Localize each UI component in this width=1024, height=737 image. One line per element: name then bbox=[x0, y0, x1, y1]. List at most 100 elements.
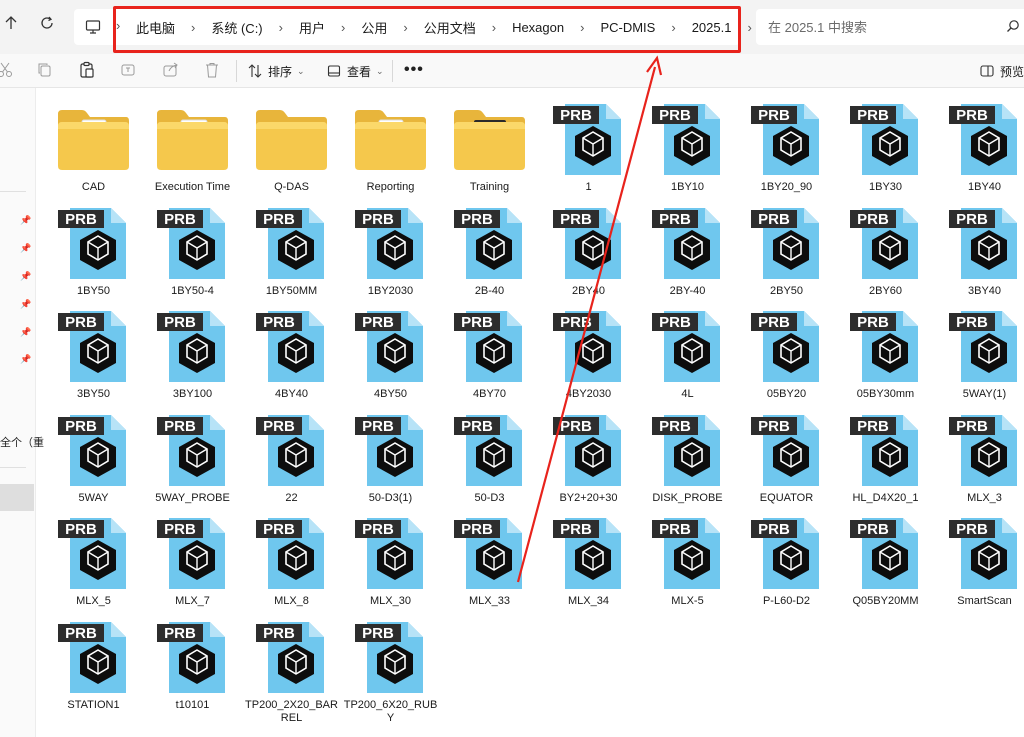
pin-icon[interactable]: 📌 bbox=[20, 327, 31, 337]
file-item[interactable]: PRB 3BY40 bbox=[935, 201, 1024, 305]
file-item[interactable]: PRB 1BY50 bbox=[44, 201, 143, 305]
chevron-right-icon[interactable]: › bbox=[570, 20, 594, 35]
file-item[interactable]: PRB MLX_5 bbox=[44, 511, 143, 615]
file-item[interactable]: PRB 3BY100 bbox=[143, 304, 242, 408]
file-item[interactable]: PRB BY2+20+30 bbox=[539, 408, 638, 512]
file-item[interactable]: PRB 2BY50 bbox=[737, 201, 836, 305]
file-item[interactable]: PRB 1BY2030 bbox=[341, 201, 440, 305]
paste-icon[interactable] bbox=[78, 61, 96, 79]
file-item[interactable]: PRB 1BY50MM bbox=[242, 201, 341, 305]
chevron-right-icon[interactable]: › bbox=[331, 20, 355, 35]
file-item[interactable]: PRB MLX_33 bbox=[440, 511, 539, 615]
file-item[interactable]: PRB SmartScan bbox=[935, 511, 1024, 615]
file-item[interactable]: PRB 4BY70 bbox=[440, 304, 539, 408]
file-item[interactable]: PRB 5WAY(1) bbox=[935, 304, 1024, 408]
breadcrumb-item[interactable]: PC-DMIS › bbox=[594, 20, 685, 35]
file-item[interactable]: PRB 2BY60 bbox=[836, 201, 935, 305]
file-item[interactable]: PRB MLX-5 bbox=[638, 511, 737, 615]
chevron-right-icon[interactable]: › bbox=[393, 20, 417, 35]
chevron-right-icon[interactable]: › bbox=[181, 20, 205, 35]
search-icon[interactable] bbox=[1006, 19, 1020, 33]
file-item[interactable]: PRB 4BY2030 bbox=[539, 304, 638, 408]
sort-button[interactable]: 排序 ⌄ bbox=[248, 61, 305, 81]
file-item[interactable]: PRB 4L bbox=[638, 304, 737, 408]
rename-icon[interactable] bbox=[120, 61, 138, 79]
file-item[interactable]: PRB MLX_30 bbox=[341, 511, 440, 615]
breadcrumb-item[interactable]: 2025.1 › bbox=[686, 20, 762, 35]
file-item[interactable]: PRB MLX_34 bbox=[539, 511, 638, 615]
pin-icon[interactable]: 📌 bbox=[20, 243, 31, 253]
file-item[interactable]: PRB 05BY20 bbox=[737, 304, 836, 408]
delete-icon[interactable] bbox=[203, 61, 221, 79]
folder-item[interactable]: CAD bbox=[44, 97, 143, 201]
svg-text:PRB: PRB bbox=[857, 211, 889, 228]
file-item[interactable]: PRB MLX_7 bbox=[143, 511, 242, 615]
file-item[interactable]: PRB STATION1 bbox=[44, 615, 143, 719]
breadcrumb-item[interactable]: 公用文档 › bbox=[418, 18, 506, 37]
file-item[interactable]: PRB EQUATOR bbox=[737, 408, 836, 512]
breadcrumb-item[interactable]: 公用 › bbox=[355, 18, 417, 37]
chevron-right-icon[interactable]: › bbox=[661, 20, 685, 35]
file-item[interactable]: PRB 4BY50 bbox=[341, 304, 440, 408]
file-item[interactable]: PRB HL_D4X20_1 bbox=[836, 408, 935, 512]
share-icon[interactable] bbox=[162, 61, 180, 79]
file-item[interactable]: PRB 1 bbox=[539, 97, 638, 201]
refresh-icon[interactable] bbox=[36, 14, 58, 38]
pin-icon[interactable]: 📌 bbox=[20, 354, 31, 364]
file-item[interactable]: PRB 2B-40 bbox=[440, 201, 539, 305]
file-item[interactable]: PRB 5WAY_PROBE bbox=[143, 408, 242, 512]
file-item[interactable]: PRB TP200_2X20_BARREL bbox=[242, 615, 341, 724]
cut-icon[interactable] bbox=[0, 61, 14, 79]
chevron-right-icon[interactable]: › bbox=[269, 20, 293, 35]
file-item[interactable]: PRB 50-D3 bbox=[440, 408, 539, 512]
file-item[interactable]: PRB 1BY30 bbox=[836, 97, 935, 201]
folder-item[interactable]: Q-DAS bbox=[242, 97, 341, 201]
preview-button[interactable]: 预览 bbox=[980, 61, 1024, 81]
breadcrumb-item[interactable]: 系统 (C:) › bbox=[205, 18, 293, 37]
copy-icon[interactable] bbox=[36, 61, 54, 79]
file-item[interactable]: PRB 2BY40 bbox=[539, 201, 638, 305]
search-input[interactable] bbox=[768, 17, 998, 37]
pin-icon[interactable]: 📌 bbox=[20, 215, 31, 225]
svg-text:PRB: PRB bbox=[263, 314, 295, 331]
nav-item-label[interactable]: 全个（重 bbox=[0, 434, 44, 450]
file-item[interactable]: PRB 50-D3(1) bbox=[341, 408, 440, 512]
file-name: 1BY50 bbox=[76, 284, 111, 297]
file-item[interactable]: PRB 05BY30mm bbox=[836, 304, 935, 408]
file-item[interactable]: PRB 1BY10 bbox=[638, 97, 737, 201]
arrow-up-icon[interactable] bbox=[0, 14, 22, 38]
file-item[interactable]: PRB 3BY50 bbox=[44, 304, 143, 408]
file-item[interactable]: PRB MLX_3 bbox=[935, 408, 1024, 512]
breadcrumb-item[interactable]: 用户 › bbox=[293, 18, 355, 37]
file-item[interactable]: PRB 1BY40 bbox=[935, 97, 1024, 201]
breadcrumb-item[interactable]: Hexagon › bbox=[506, 20, 594, 35]
file-item[interactable]: PRB 4BY40 bbox=[242, 304, 341, 408]
folder-item[interactable]: CAD Training bbox=[440, 97, 539, 201]
computer-icon[interactable] bbox=[81, 15, 105, 39]
address-bar[interactable]: › 此电脑 › 系统 (C:) › 用户 › 公用 › 公用文档 › Hexagon › PC-DMIS… bbox=[74, 9, 752, 45]
chevron-right-icon[interactable]: › bbox=[482, 20, 506, 35]
file-item[interactable]: PRB P-L60-D2 bbox=[737, 511, 836, 615]
more-options-button[interactable]: ••• bbox=[404, 61, 424, 79]
folder-item[interactable]: S Execution Time bbox=[143, 97, 242, 201]
file-item[interactable]: PRB 1BY20_90 bbox=[737, 97, 836, 201]
prb-file-icon: PRB bbox=[551, 206, 626, 281]
view-button[interactable]: 查看 ⌄ bbox=[327, 61, 384, 81]
pin-icon[interactable]: 📌 bbox=[20, 271, 31, 281]
breadcrumb-label: 系统 (C:) bbox=[211, 20, 263, 36]
file-item[interactable]: PRB 5WAY bbox=[44, 408, 143, 512]
pin-icon[interactable]: 📌 bbox=[20, 299, 31, 309]
file-item[interactable]: PRB 1BY50-4 bbox=[143, 201, 242, 305]
file-item[interactable]: PRB DISK_PROBE bbox=[638, 408, 737, 512]
file-item[interactable]: PRB Q05BY20MM bbox=[836, 511, 935, 615]
nav-item-selected[interactable] bbox=[0, 484, 34, 511]
file-item[interactable]: PRB MLX_8 bbox=[242, 511, 341, 615]
chevron-right-icon[interactable]: › bbox=[116, 18, 126, 36]
file-item[interactable]: PRB 22 bbox=[242, 408, 341, 512]
file-item[interactable]: PRB TP200_6X20_RUBY bbox=[341, 615, 440, 724]
folder-item[interactable]: Reporting bbox=[341, 97, 440, 201]
search-box[interactable] bbox=[756, 9, 1024, 45]
breadcrumb-item[interactable]: 此电脑 › bbox=[130, 18, 205, 37]
file-item[interactable]: PRB 2BY-40 bbox=[638, 201, 737, 305]
file-item[interactable]: PRB t10101 bbox=[143, 615, 242, 719]
